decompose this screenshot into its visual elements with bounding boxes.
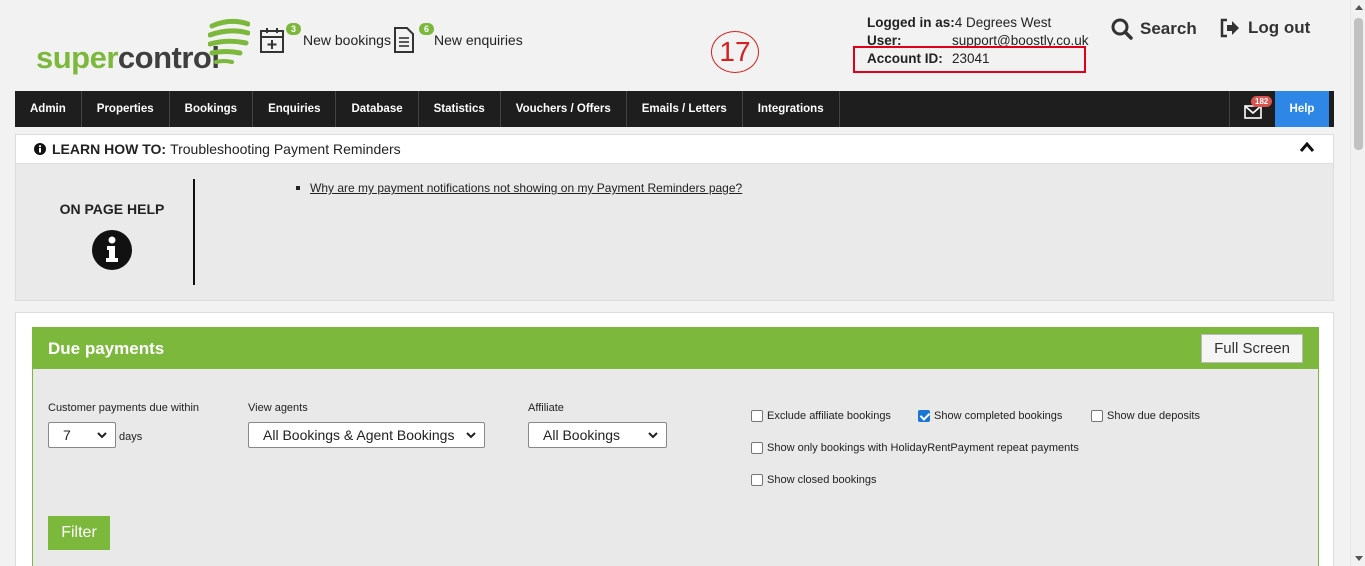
due-payments-header: Due payments — [33, 328, 1318, 369]
divider — [193, 179, 195, 285]
header: supercontrol 3 New bookings 6 New enquir… — [0, 0, 1365, 90]
mail-count-badge: 182 — [1251, 96, 1273, 107]
nav-item-bookings[interactable]: Bookings — [170, 91, 254, 127]
learn-title: Troubleshooting Payment Reminders — [170, 141, 401, 157]
help-link-payment-notifications[interactable]: Why are my payment notifications not sho… — [296, 181, 742, 195]
nav-item-database[interactable]: Database — [336, 91, 419, 127]
supercontrol-logo[interactable]: supercontrol — [36, 18, 251, 76]
scrollbar-thumb[interactable] — [1354, 18, 1363, 150]
new-bookings-link[interactable]: 3 New bookings — [259, 23, 391, 54]
days-label: days — [119, 431, 143, 443]
search-label: Search — [1140, 19, 1197, 38]
new-bookings-count-badge: 3 — [285, 23, 301, 35]
content-container: Due payments Full Screen Customer paymen… — [15, 312, 1334, 566]
logout-button[interactable]: Log out — [1219, 18, 1310, 38]
search-icon — [1111, 18, 1133, 40]
account-id-highlight — [853, 46, 1086, 73]
view-agents-select[interactable]: All Bookings & Agent Bookings — [248, 422, 485, 448]
search-button[interactable]: Search — [1111, 18, 1197, 40]
document-icon: 6 — [392, 23, 434, 54]
new-enquiries-link[interactable]: 6 New enquiries — [392, 23, 523, 54]
on-page-help-title: ON PAGE HELP — [59, 201, 165, 217]
logged-in-value: 4 Degrees West — [954, 15, 1052, 30]
learn-header[interactable]: LEARN HOW TO: Troubleshooting Payment Re… — [16, 135, 1333, 164]
chevron-down-icon — [97, 432, 107, 439]
scroll-down-icon[interactable] — [1355, 556, 1363, 561]
customer-payments-label: Customer payments due within — [48, 402, 200, 414]
calendar-plus-icon: 3 — [259, 23, 301, 54]
nav-item-admin[interactable]: Admin — [15, 91, 82, 127]
nav-item-vouchers-offers[interactable]: Vouchers / Offers — [501, 91, 627, 127]
annotation-circle: 17 — [711, 31, 759, 73]
affiliate-label: Affiliate — [528, 402, 564, 414]
view-agents-label: View agents — [248, 402, 308, 414]
due-payments-panel: Due payments Full Screen Customer paymen… — [32, 327, 1319, 566]
new-bookings-label: New bookings — [303, 32, 391, 48]
learn-how-to-panel: LEARN HOW TO: Troubleshooting Payment Re… — [15, 134, 1334, 301]
due-payments-title: Due payments — [48, 338, 165, 358]
info-icon — [92, 230, 132, 270]
logo-text: supercontrol — [36, 40, 220, 75]
nav-item-emails-letters[interactable]: Emails / Letters — [627, 91, 743, 127]
show-holiday-rent-checkbox[interactable]: Show only bookings with HolidayRentPayme… — [751, 442, 1079, 454]
nav-item-properties[interactable]: Properties — [82, 91, 170, 127]
chevron-down-icon — [648, 432, 658, 439]
chevron-down-icon — [466, 432, 476, 439]
affiliate-select[interactable]: All Bookings — [528, 422, 667, 448]
full-screen-button[interactable]: Full Screen — [1201, 334, 1303, 363]
logout-icon — [1220, 18, 1239, 38]
filter-button[interactable]: Filter — [48, 516, 110, 550]
logout-label: Log out — [1248, 18, 1311, 37]
show-due-deposits-checkbox[interactable]: Show due deposits — [1091, 410, 1200, 422]
logged-in-label: Logged in as: — [867, 15, 955, 30]
envelope-icon — [1243, 105, 1262, 119]
page-scrollbar[interactable] — [1350, 0, 1365, 566]
nav-item-enquiries[interactable]: Enquiries — [253, 91, 337, 127]
nav-item-integrations[interactable]: Integrations — [743, 91, 840, 127]
new-enquiries-count-badge: 6 — [418, 23, 434, 35]
chevron-up-icon[interactable] — [1299, 141, 1315, 153]
on-page-help: ON PAGE HELP — [16, 179, 208, 276]
new-enquiries-label: New enquiries — [434, 32, 523, 48]
nav-item-statistics[interactable]: Statistics — [419, 91, 501, 127]
main-nav: Admin Properties Bookings Enquiries Data… — [15, 91, 1334, 127]
show-completed-checkbox[interactable]: Show completed bookings — [918, 410, 1062, 422]
scroll-up-icon[interactable] — [1355, 5, 1363, 10]
help-button[interactable]: Help — [1275, 91, 1329, 127]
show-closed-checkbox[interactable]: Show closed bookings — [751, 474, 876, 486]
nav-mail-button[interactable]: 182 — [1229, 91, 1275, 127]
customer-payments-select[interactable]: 7 — [48, 422, 116, 448]
info-circle-icon — [34, 143, 46, 155]
logo-swoosh-icon — [208, 18, 250, 64]
learn-prefix: LEARN HOW TO: — [52, 141, 167, 157]
exclude-affiliate-checkbox[interactable]: Exclude affiliate bookings — [751, 410, 891, 422]
